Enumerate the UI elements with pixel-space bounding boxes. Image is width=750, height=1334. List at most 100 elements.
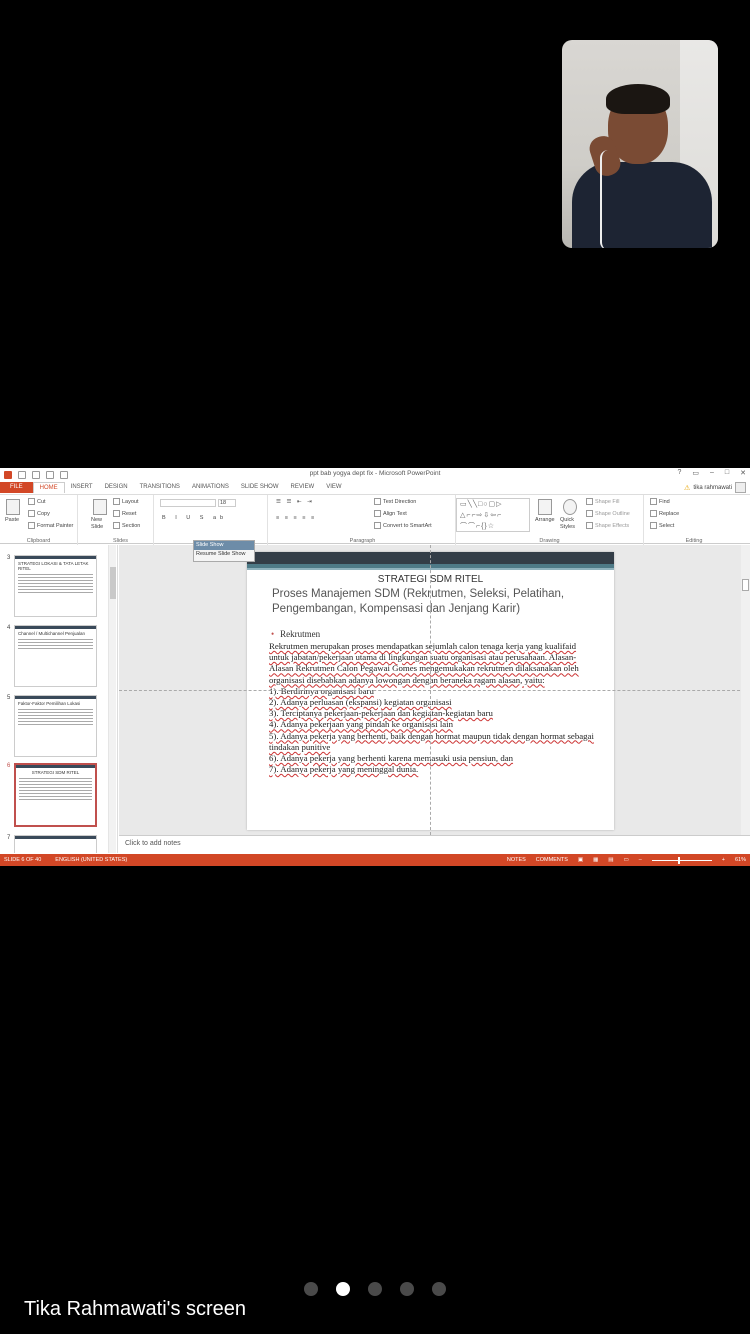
zoom-out-icon[interactable]: – [639, 857, 642, 863]
tab-transitions[interactable]: TRANSITIONS [134, 482, 186, 493]
warning-icon: ⚠ [684, 484, 691, 492]
normal-view-icon[interactable]: ▣ [578, 857, 583, 863]
body-list-item: 5). Adanya pekerja yang berhenti, baik d… [269, 730, 594, 752]
slideshow-view-icon[interactable]: ▭ [624, 857, 629, 863]
notes-pane[interactable]: Click to add notes [119, 835, 750, 853]
slide-thumbnail-6[interactable]: STRATEGI SDM RITEL [14, 763, 97, 827]
slide-subtitle[interactable]: Proses Manajemen SDM (Rekrutmen, Seleksi… [272, 587, 594, 617]
tab-view[interactable]: VIEW [320, 482, 347, 493]
body-paragraph: Rekrutmen merupakan proses mendapatkan s… [269, 641, 579, 685]
section-icon [113, 522, 120, 529]
maximize-icon[interactable]: □ [725, 469, 729, 477]
drawing-group: Arrange Quick Styles Shape Fill Shape Ou… [456, 495, 644, 545]
quick-styles-icon[interactable] [563, 499, 577, 515]
window-controls: ? ▭ – □ ✕ [677, 469, 746, 477]
resume-slide-show-button[interactable]: Resume Slide Show [194, 550, 254, 558]
copy-button[interactable]: Copy [28, 510, 50, 517]
status-bar: SLIDE 6 OF 40 ENGLISH (UNITED STATES) NO… [0, 854, 750, 866]
section-button[interactable]: Section [113, 522, 140, 529]
user-name: tika rahmawati [693, 484, 732, 491]
quick-styles-button[interactable]: Quick Styles [560, 517, 582, 531]
outline-icon [586, 510, 593, 517]
align-text-button[interactable]: Align Text [374, 510, 407, 517]
page-dot[interactable] [368, 1282, 382, 1296]
paste-icon[interactable] [6, 499, 20, 515]
page-dot[interactable] [304, 1282, 318, 1296]
replace-icon [650, 510, 657, 517]
font-name-box[interactable] [160, 499, 216, 507]
slide-bullet[interactable]: • Rekrutmen [271, 629, 320, 639]
replace-button[interactable]: Replace [650, 510, 679, 517]
slide-thumbnail-5[interactable]: Faktor-Faktor Pemilihan Lokasi [14, 695, 97, 757]
ribbon: Paste Cut Copy Format Painter Clipboard … [0, 494, 750, 545]
minimize-icon[interactable]: – [710, 469, 714, 477]
zoom-slider-knob[interactable] [677, 856, 680, 864]
slide-thumbnail-7[interactable] [14, 835, 97, 853]
reading-view-icon[interactable]: ▤ [608, 857, 613, 863]
thumbnail-title: Channel / Multichannel Penjualan [18, 631, 86, 636]
editor-scroll-thumb[interactable] [742, 579, 749, 591]
paste-button[interactable]: Paste [5, 517, 19, 523]
thumbnail-number: 7 [7, 835, 11, 841]
tab-design[interactable]: DESIGN [99, 482, 134, 493]
page-dot[interactable] [400, 1282, 414, 1296]
drawing-label: Drawing [539, 538, 560, 544]
font-size-box[interactable]: 18 [218, 499, 236, 507]
arrange-button[interactable]: Arrange [535, 517, 555, 523]
editor-scrollbar[interactable] [741, 545, 750, 835]
new-slide-button[interactable]: New Slide [91, 517, 111, 531]
comments-button[interactable]: COMMENTS [536, 857, 568, 863]
body-list-item: 4). Adanya pekerjaan yang pindah ke orga… [269, 719, 454, 730]
thumbnails-scroll-thumb[interactable] [110, 567, 116, 599]
user-account[interactable]: ⚠ tika rahmawati [684, 482, 746, 493]
tab-insert[interactable]: INSERT [65, 482, 99, 493]
page-dot[interactable] [432, 1282, 446, 1296]
cut-button[interactable]: Cut [28, 498, 46, 505]
body-list-item: 1). Berdirinya organisasi baru [269, 685, 374, 696]
slide-editor: STRATEGI SDM RITEL Proses Manajemen SDM … [119, 545, 750, 835]
close-icon[interactable]: ✕ [740, 469, 746, 477]
body-list-item: 6). Adanya pekerja yang berhenti karena … [269, 753, 514, 764]
clipboard-label: Clipboard [26, 538, 51, 544]
scissors-icon [28, 498, 35, 505]
zoom-in-icon[interactable]: + [722, 857, 725, 863]
tab-animations[interactable]: ANIMATIONS [186, 482, 235, 493]
shape-fill-button[interactable]: Shape Fill [586, 498, 619, 505]
layout-button[interactable]: Layout [113, 498, 139, 505]
slide-body-text[interactable]: Rekrutmen merupakan proses mendapatkan s… [269, 641, 596, 775]
slide-thumbnail-4[interactable]: Channel / Multichannel Penjualan [14, 625, 97, 687]
slide-show-toolbar[interactable]: Slide Show Resume Slide Show [193, 540, 255, 562]
tab-file[interactable]: FILE [0, 482, 33, 493]
tab-review[interactable]: REVIEW [285, 482, 321, 493]
select-button[interactable]: Select [650, 522, 674, 529]
find-button[interactable]: Find [650, 498, 670, 505]
zoom-slider[interactable] [651, 856, 712, 864]
avatar [735, 482, 746, 493]
slide-show-toolbar-title: Slide Show [194, 541, 254, 550]
shape-effects-button[interactable]: Shape Effects [586, 522, 629, 529]
font-format-buttons[interactable]: B I U S ab [162, 515, 227, 521]
reset-button[interactable]: Reset [113, 510, 136, 517]
slide-thumbnail-3[interactable]: STRATEGI LOKASI & TATA LETAK RITEL [14, 555, 97, 617]
notes-button[interactable]: NOTES [507, 857, 526, 863]
tab-home[interactable]: HOME [32, 482, 65, 493]
slide-sorter-icon[interactable]: ▦ [593, 857, 598, 863]
arrange-icon[interactable] [538, 499, 552, 515]
slides-group: New Slide Layout Reset Section Slides [88, 495, 154, 545]
tab-slide-show[interactable]: SLIDE SHOW [235, 482, 285, 493]
list-buttons[interactable]: ☰ ☰ ⇤ ⇥ [276, 499, 314, 505]
convert-smartart-button[interactable]: Convert to SmartArt [374, 522, 432, 529]
participant-video[interactable] [562, 40, 718, 248]
ribbon-display-icon[interactable]: ▭ [692, 469, 699, 477]
shape-outline-button[interactable]: Shape Outline [586, 510, 630, 517]
page-dot-active[interactable] [336, 1282, 350, 1296]
format-painter-button[interactable]: Format Painter [28, 522, 73, 529]
new-slide-icon[interactable] [93, 499, 107, 515]
body-list-item: 2). Adanya perluasan (ekspansi) kegiatan… [269, 697, 452, 708]
thumbnails-scrollbar[interactable] [108, 545, 116, 853]
zoom-level[interactable]: 61% [735, 857, 746, 863]
text-direction-button[interactable]: Text Direction [374, 498, 416, 505]
align-buttons[interactable]: ≡ ≡ ≡ ≡ ≡ [276, 515, 316, 521]
help-icon[interactable]: ? [677, 469, 681, 477]
language-indicator[interactable]: ENGLISH (UNITED STATES) [55, 857, 127, 863]
